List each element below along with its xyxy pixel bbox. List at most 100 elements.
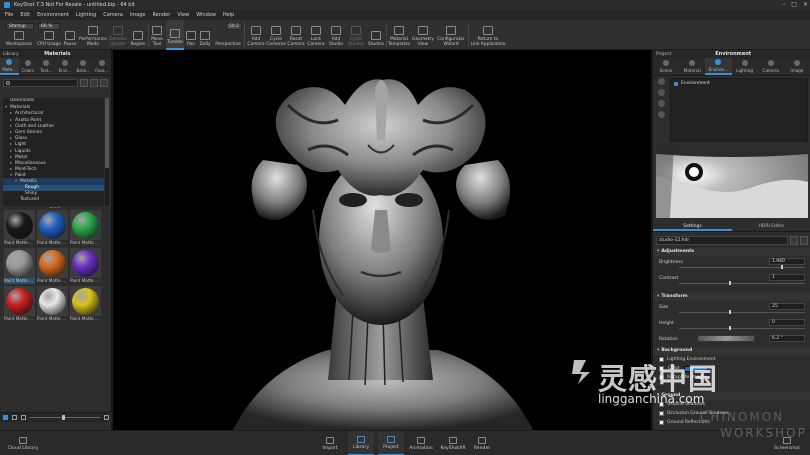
environment-options-icon[interactable] [658, 111, 665, 118]
reset-camera-button[interactable]: Reset Camera [286, 20, 306, 50]
menu-environment[interactable]: Environment [37, 12, 69, 18]
zoom-in-icon[interactable] [104, 415, 109, 420]
tree-scrollbar[interactable] [105, 98, 109, 206]
ground-reflections-option[interactable]: Ground Reflections [659, 419, 710, 426]
contrast-slider[interactable] [679, 283, 805, 284]
contrast-field[interactable]: 1 [769, 274, 805, 281]
library-search-input[interactable] [3, 79, 78, 87]
settings-button[interactable] [100, 79, 108, 87]
zoom-out-icon[interactable] [21, 415, 26, 420]
animation-button[interactable]: Animation [406, 431, 436, 455]
tab-backplates[interactable]: Back... [74, 58, 93, 75]
checkbox-icon[interactable] [659, 411, 664, 416]
tab-colors[interactable]: Colors [19, 58, 38, 75]
pause-button[interactable]: Pause [62, 20, 78, 50]
menu-render[interactable]: Render [153, 12, 171, 18]
menu-lighting[interactable]: Lighting [76, 12, 96, 18]
material-templates-button[interactable]: Material Templates [387, 20, 411, 50]
ground-shadows-option[interactable]: Ground Shadows [659, 401, 705, 408]
section-transform[interactable]: ▾ Transform [653, 293, 810, 301]
geometry-view-button[interactable]: Geometry View [411, 20, 435, 50]
region-button[interactable]: Region [128, 20, 148, 50]
backplate-option[interactable]: Backplate Image [659, 374, 705, 381]
import-button[interactable]: Import [318, 431, 342, 455]
radio-icon[interactable] [659, 357, 664, 362]
move-tool-button[interactable]: Move Tool [149, 20, 165, 50]
checkbox-icon[interactable] [659, 420, 664, 425]
background-color-option[interactable]: Color [659, 364, 708, 373]
tab-camera[interactable]: Camera [758, 58, 784, 75]
menu-camera[interactable]: Camera [103, 12, 123, 18]
library-button[interactable]: Library [348, 431, 374, 455]
thumbnail-size-slider[interactable] [30, 415, 100, 420]
radio-icon[interactable] [659, 366, 664, 371]
height-slider[interactable] [679, 328, 805, 329]
occlusion-ground-shadows-option[interactable]: Occlusion Ground Shadows [659, 410, 728, 417]
material-thumbnail[interactable]: Paint Matte ... [37, 210, 68, 246]
screenshot-button[interactable]: Screenshot [770, 431, 804, 455]
grid-mode-icon[interactable] [3, 415, 8, 420]
menu-image[interactable]: Image [130, 12, 146, 18]
checkbox-icon[interactable] [659, 402, 664, 407]
height-field[interactable]: 0 [769, 319, 805, 326]
dolly-button[interactable]: Dolly [198, 20, 212, 50]
tab-environment[interactable]: Environ... [705, 58, 732, 75]
folder-icon[interactable] [790, 236, 798, 245]
cycle-studios-button[interactable]: Cycle Studios [346, 20, 366, 50]
cpu-usage-button[interactable]: CPU Usage [36, 20, 62, 50]
keyshotxr-button[interactable]: KeyShotXR [438, 431, 468, 455]
close-icon[interactable]: ✕ [803, 1, 808, 9]
panel-splitter[interactable] [50, 207, 60, 209]
tree-item[interactable]: Textured [3, 197, 104, 203]
list-mode-icon[interactable] [12, 415, 17, 420]
material-thumbnail[interactable]: Paint Matte ... [4, 248, 35, 284]
tab-materials[interactable]: Mate... [0, 58, 19, 75]
duplicate-environment-icon[interactable] [658, 89, 665, 96]
maximize-icon[interactable]: □ [791, 1, 797, 9]
rotation-dial[interactable] [697, 335, 755, 342]
contrast-slider-knob[interactable] [729, 281, 731, 285]
material-thumbnail[interactable]: Paint Matte ... [70, 248, 101, 284]
material-thumbnail[interactable]: Paint Matte ... [37, 248, 68, 284]
material-thumbnail[interactable]: Paint Matte ... [4, 286, 35, 322]
lock-camera-button[interactable]: Lock Camera [306, 20, 326, 50]
list-view-button[interactable] [90, 79, 98, 87]
project-button[interactable]: Project [378, 431, 404, 455]
tab-settings[interactable]: Settings [653, 222, 732, 231]
tab-image[interactable]: Image [784, 58, 810, 75]
configurator-wizard-button[interactable]: Configurator Wizard [435, 20, 467, 50]
delete-environment-icon[interactable] [658, 100, 665, 107]
material-thumbnail[interactable]: Paint Matte ... [4, 210, 35, 246]
tab-scene[interactable]: Scene [653, 58, 679, 75]
cycle-cameras-button[interactable]: Cycle Cameras [266, 20, 286, 50]
pan-button[interactable]: Pan [184, 20, 198, 50]
lighting-environment-option[interactable]: Lighting Environment [659, 356, 715, 363]
slider-knob[interactable] [61, 415, 65, 420]
add-camera-button[interactable]: Add Camera [246, 20, 266, 50]
render-button[interactable]: Render [470, 431, 494, 455]
tab-favorites[interactable]: Favo... [93, 58, 112, 75]
brightness-slider[interactable] [679, 267, 805, 268]
section-background[interactable]: ▾ Background [653, 347, 810, 355]
workspaces-button[interactable]: Workspaces [4, 20, 34, 50]
environment-list-item[interactable]: Environment [671, 79, 807, 88]
performance-mode-button[interactable]: Performance Mode [78, 20, 108, 50]
add-environment-icon[interactable] [658, 78, 665, 85]
size-field[interactable]: 25 [769, 303, 805, 310]
tab-textures[interactable]: Text... [37, 58, 56, 75]
menu-window[interactable]: Window [196, 12, 216, 18]
menu-file[interactable]: File [5, 12, 13, 18]
material-thumbnail[interactable]: Paint Matte ... [70, 210, 101, 246]
size-slider-knob[interactable] [729, 310, 731, 314]
radio-icon[interactable] [659, 375, 664, 380]
section-ground[interactable]: ▾ Ground [653, 392, 810, 400]
refresh-icon[interactable] [800, 236, 808, 245]
rotation-field[interactable]: 6.2 ° [769, 335, 805, 342]
grid-view-button[interactable] [80, 79, 88, 87]
height-slider-knob[interactable] [729, 326, 731, 330]
perspective-button[interactable]: Perspective [214, 20, 242, 50]
cloud-library-button[interactable]: Cloud Library [6, 431, 40, 455]
denoise-update-button[interactable]: Denoise Update [108, 20, 128, 50]
tab-environments[interactable]: Envi... [56, 58, 75, 75]
tree-scroll-thumb[interactable] [105, 98, 109, 168]
